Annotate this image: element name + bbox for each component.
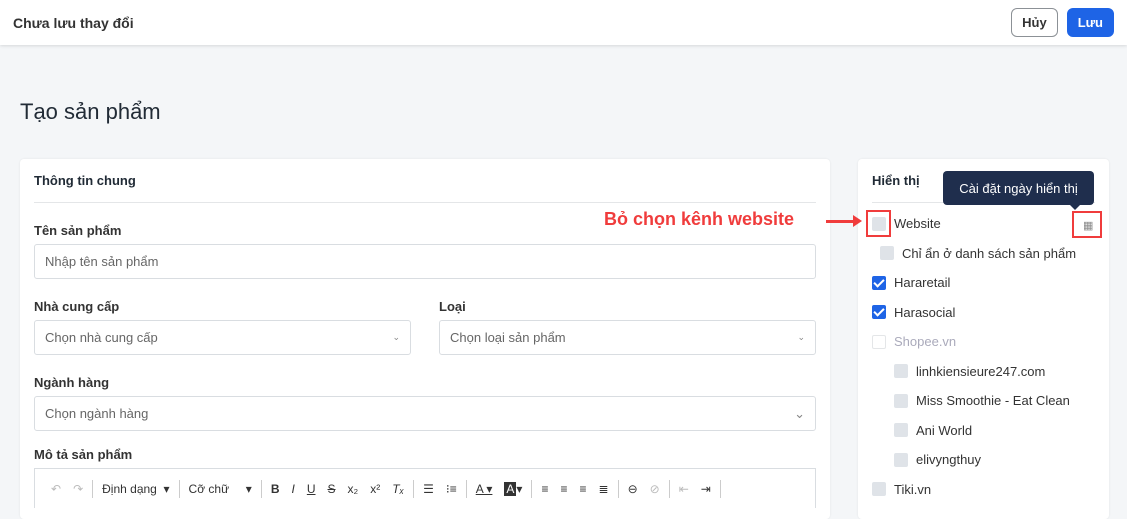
channel-label: Hararetail xyxy=(894,275,951,291)
align-right-icon[interactable]: ≡ xyxy=(573,482,592,496)
vendor-select[interactable]: Chọn nhà cung cấp ⌄ xyxy=(34,320,411,355)
channel-label: Tiki.vn xyxy=(894,481,932,497)
subscript-icon[interactable]: x₂ xyxy=(342,482,365,496)
placeholder: Chọn ngành hàng xyxy=(45,406,149,421)
channel-label: Harasocial xyxy=(894,304,956,320)
checkbox[interactable] xyxy=(880,246,894,261)
channel-website[interactable]: Website xyxy=(872,209,1095,239)
background-color-icon[interactable]: A ▾ xyxy=(498,481,528,496)
unlink-icon[interactable]: ⊘ xyxy=(644,482,666,496)
divider xyxy=(465,479,467,498)
font-size-dropdown[interactable]: Cỡ chữ ▾ xyxy=(183,482,258,496)
channel-shop[interactable]: Miss Smoothie - Eat Clean xyxy=(872,386,1095,416)
divider xyxy=(413,479,415,498)
annotation-text: Bỏ chọn kênh website xyxy=(604,209,795,229)
chevron-down-icon: ⌄ xyxy=(794,405,805,421)
placeholder: Chọn loại sản phẩm xyxy=(450,330,566,345)
card-header: Thông tin chung xyxy=(34,159,816,203)
undo-icon[interactable]: ↶ xyxy=(45,482,67,496)
highlight-box xyxy=(1072,211,1102,238)
divider xyxy=(668,479,670,498)
channel-label: Miss Smoothie - Eat Clean xyxy=(916,393,1070,409)
text-color-icon[interactable]: A ▾ xyxy=(470,482,499,496)
category-label: Ngành hàng xyxy=(34,375,110,390)
channel-label: Shopee.vn xyxy=(894,334,957,350)
outdent-icon[interactable]: ⇤ xyxy=(673,482,695,496)
bullet-list-icon[interactable]: ⁝≡ xyxy=(440,482,463,496)
font-size-label: Cỡ chữ xyxy=(188,481,230,496)
vendor-label: Nhà cung cấp xyxy=(34,299,120,314)
divider xyxy=(531,479,533,498)
checkbox[interactable] xyxy=(894,452,908,467)
type-select[interactable]: Chọn loại sản phẩm ⌄ xyxy=(439,320,816,355)
unsaved-status: Chưa lưu thay đổi xyxy=(13,14,134,31)
align-justify-icon[interactable]: ≣ xyxy=(593,482,615,496)
checkbox[interactable] xyxy=(894,393,908,408)
placeholder: Chọn nhà cung cấp xyxy=(45,330,158,345)
divider xyxy=(617,479,619,498)
checkbox[interactable] xyxy=(894,364,908,379)
product-name-input[interactable]: Nhập tên sản phẩm xyxy=(34,244,816,279)
chevron-down-icon: ⌄ xyxy=(797,332,805,342)
channel-shop[interactable]: elivyngthuy xyxy=(872,445,1095,475)
channel-hide-in-list[interactable]: Chỉ ẩn ở danh sách sản phẩm xyxy=(872,239,1095,269)
save-button[interactable]: Lưu xyxy=(1066,8,1114,37)
divider xyxy=(92,479,94,498)
chevron-down-icon: ⌄ xyxy=(392,332,400,342)
checkbox[interactable] xyxy=(872,334,886,349)
checkbox-checked[interactable] xyxy=(872,275,886,290)
superscript-icon[interactable]: x² xyxy=(364,482,386,496)
divider xyxy=(719,479,721,498)
underline-icon[interactable]: U xyxy=(301,482,322,496)
channel-label: elivyngthuy xyxy=(916,452,982,468)
checkbox[interactable] xyxy=(894,423,908,438)
channel-label: Ani World xyxy=(916,422,973,438)
indent-icon[interactable]: ⇥ xyxy=(695,482,717,496)
channel-shopee[interactable]: Shopee.vn xyxy=(872,327,1095,357)
clear-format-icon[interactable]: Tₓ xyxy=(386,482,410,496)
channel-shop[interactable]: linhkiensieure247.com xyxy=(872,357,1095,387)
bold-icon[interactable]: B xyxy=(265,482,286,496)
channel-label: linhkiensieure247.com xyxy=(916,363,1046,379)
channel-harasocial[interactable]: Harasocial xyxy=(872,298,1095,328)
top-bar: Chưa lưu thay đổi Hủy Lưu xyxy=(0,0,1127,45)
channel-label: Website xyxy=(894,216,941,232)
divider xyxy=(260,479,262,498)
checkbox[interactable] xyxy=(872,482,886,497)
cancel-button[interactable]: Hủy xyxy=(1011,8,1058,37)
strikethrough-icon[interactable]: S xyxy=(322,482,342,496)
placeholder: Nhập tên sản phẩm xyxy=(45,254,159,269)
ordered-list-icon[interactable]: ☰ xyxy=(417,482,440,496)
category-select[interactable]: Chọn ngành hàng ⌄ xyxy=(34,396,816,431)
channel-label: Chỉ ẩn ở danh sách sản phẩm xyxy=(902,245,1077,261)
align-center-icon[interactable]: ≡ xyxy=(554,482,573,496)
type-label: Loại xyxy=(439,299,466,314)
channel-tiki[interactable]: Tiki.vn xyxy=(872,475,1095,505)
highlight-box xyxy=(866,210,891,237)
italic-icon[interactable]: I xyxy=(286,482,301,496)
align-left-icon[interactable]: ≡ xyxy=(535,482,554,496)
checkbox-checked[interactable] xyxy=(872,305,886,320)
annotation-arrow-icon xyxy=(826,215,862,227)
link-icon[interactable]: ⊖ xyxy=(622,482,644,496)
tooltip: Cài đặt ngày hiển thị xyxy=(943,171,1094,210)
divider xyxy=(178,479,180,498)
format-dropdown[interactable]: Định dạng ▾ xyxy=(96,482,175,496)
editor-toolbar: ↶ ↷ Định dạng ▾ Cỡ chữ ▾ B I U S x₂ x² T… xyxy=(34,468,816,508)
channel-shop[interactable]: Ani World xyxy=(872,416,1095,446)
redo-icon[interactable]: ↷ xyxy=(67,482,89,496)
format-label: Định dạng xyxy=(102,481,157,496)
description-label: Mô tả sản phẩm xyxy=(34,447,133,462)
channel-hararetail[interactable]: Hararetail xyxy=(872,268,1095,298)
page-title: Tạo sản phẩm xyxy=(20,99,161,124)
